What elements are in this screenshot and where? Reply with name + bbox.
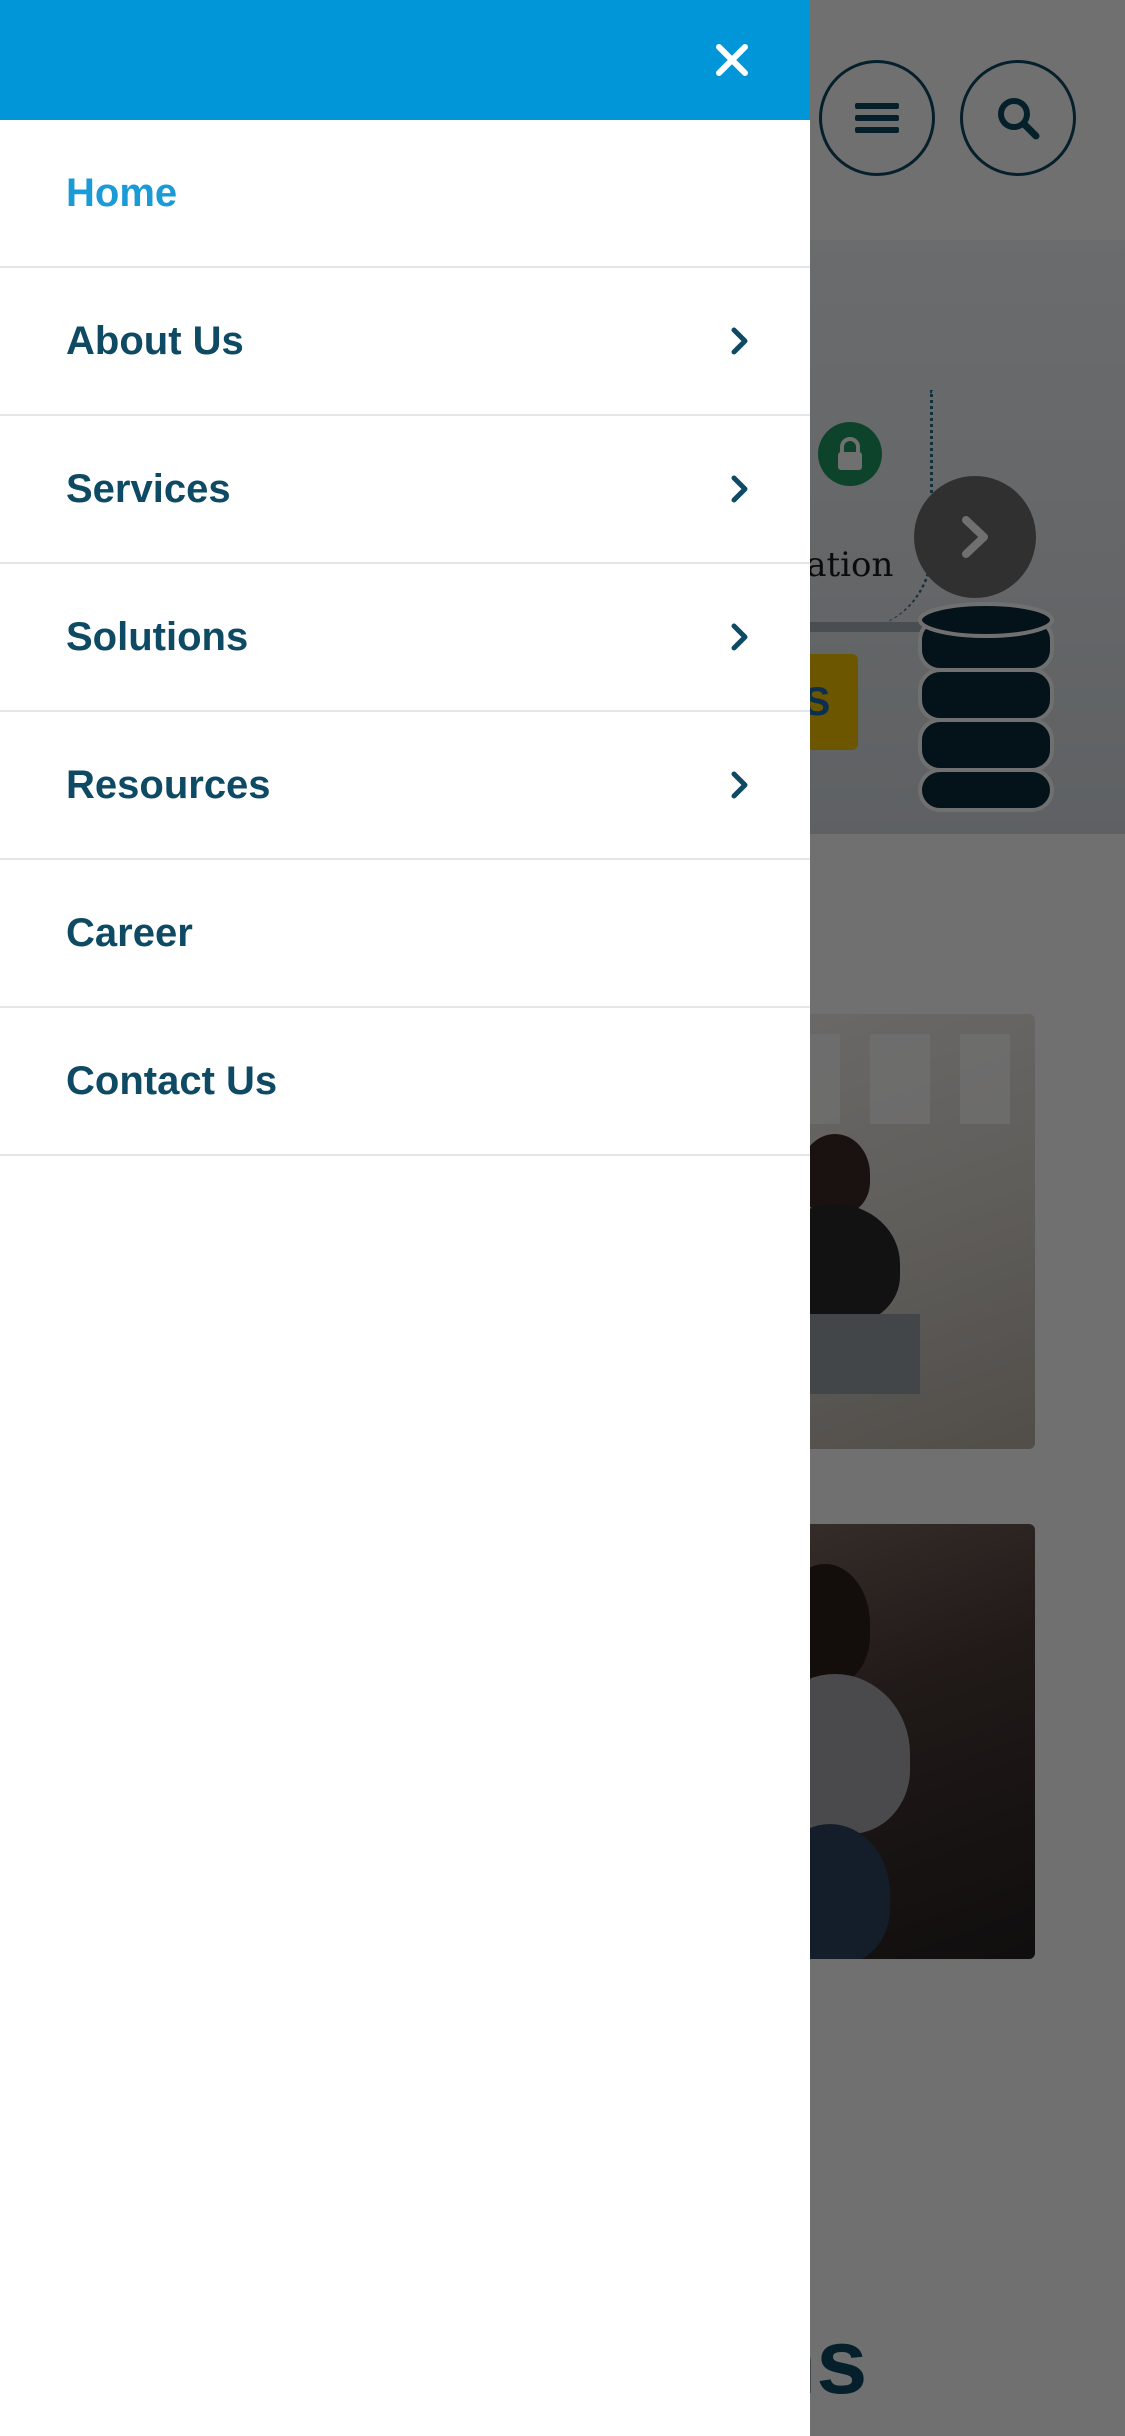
nav-item-label: Home [66,170,178,215]
nav-item-about-us[interactable]: About Us [0,268,810,416]
chevron-right-icon[interactable] [728,768,752,802]
nav-item-label: Resources [66,762,271,807]
chevron-right-icon[interactable] [728,324,752,358]
chevron-right-icon[interactable] [728,472,752,506]
nav-drawer: Home About Us Services Solutions Resourc… [0,0,810,2436]
nav-item-label: Solutions [66,614,249,659]
nav-item-label: Services [66,466,231,511]
chevron-right-icon[interactable] [728,620,752,654]
nav-item-solutions[interactable]: Solutions [0,564,810,712]
nav-item-label: Contact Us [66,1058,278,1103]
nav-item-home[interactable]: Home [0,120,810,268]
nav-item-label: About Us [66,318,244,363]
close-button[interactable] [700,30,764,90]
nav-item-label: Career [66,910,193,955]
close-icon [716,44,748,76]
drawer-header [0,0,810,120]
nav-item-resources[interactable]: Resources [0,712,810,860]
nav-item-services[interactable]: Services [0,416,810,564]
nav-item-career[interactable]: Career [0,860,810,1008]
nav-item-contact-us[interactable]: Contact Us [0,1008,810,1156]
